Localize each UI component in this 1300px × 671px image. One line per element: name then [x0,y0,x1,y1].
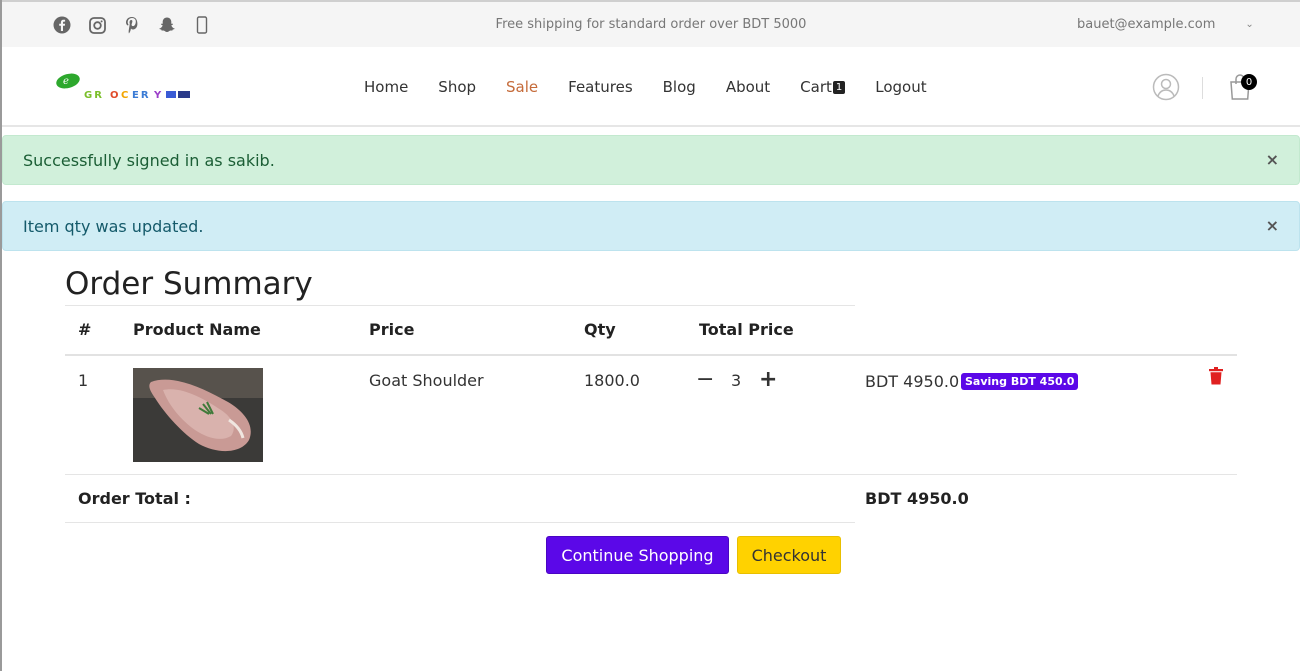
column-header-product: Product Name [133,320,261,339]
nav-blog[interactable]: Blog [663,78,696,96]
nav-shop[interactable]: Shop [438,78,476,96]
saving-badge: Saving BDT 450.0 [961,373,1079,390]
nav-home[interactable]: Home [364,78,408,96]
order-total-value: BDT 4950.0 [865,489,969,508]
nav-features[interactable]: Features [568,78,633,96]
nav-cart[interactable]: Cart 1 [800,78,846,96]
success-alert: Successfully signed in as sakib. × [2,135,1300,185]
svg-text:C: C [121,90,130,101]
checkout-button[interactable]: Checkout [737,536,841,574]
product-price: 1800.0 [584,371,640,390]
info-alert: Item qty was updated. × [2,201,1300,251]
table-header-border [65,354,1237,356]
column-header-total: Total Price [699,320,794,339]
top-bar: Free shipping for standard order over BD… [2,2,1300,47]
column-header-qty: Qty [584,320,616,339]
site-logo[interactable]: e GR O C ER Y [54,72,204,104]
svg-text:Y: Y [153,90,163,101]
row-total-price: BDT 4950.0 [865,372,960,391]
nav-about[interactable]: About [726,78,770,96]
info-alert-text: Item qty was updated. [23,216,204,236]
svg-text:O: O [110,90,121,101]
column-header-index: # [78,320,92,339]
svg-text:ER: ER [132,90,151,101]
svg-text:e: e [63,76,69,87]
table-row-border [65,474,1237,475]
trash-icon[interactable] [1208,367,1224,385]
quantity-value: 3 [731,371,742,390]
nav-logout[interactable]: Logout [875,78,926,96]
cart-count-badge: 1 [832,80,846,94]
quantity-increase-button[interactable]: + [759,369,777,391]
column-header-price: Price [369,320,415,339]
page-title: Order Summary [65,266,313,302]
success-alert-text: Successfully signed in as sakib. [23,150,275,170]
svg-text:GR: GR [84,90,104,101]
bag-count-badge: 0 [1241,74,1257,90]
nav-cart-label: Cart [800,78,832,96]
quantity-decrease-button[interactable]: − [696,369,714,391]
close-icon[interactable]: × [1266,150,1279,169]
header-divider [1202,77,1203,99]
continue-shopping-button[interactable]: Continue Shopping [546,536,729,574]
table-top-border [65,305,855,306]
account-menu[interactable]: bauet@example.com ⌄ [1077,17,1254,32]
product-image[interactable] [133,368,263,462]
site-header: e GR O C ER Y Home Shop Sale Features Bl… [2,47,1300,127]
nav-sale[interactable]: Sale [506,78,538,96]
account-email[interactable]: bauet@example.com [1077,17,1215,32]
row-index: 1 [78,371,89,390]
close-icon[interactable]: × [1266,216,1279,235]
user-icon[interactable] [1152,73,1180,101]
chevron-down-icon[interactable]: ⌄ [1245,19,1253,30]
order-total-label: Order Total : [78,489,191,508]
table-bottom-border [65,522,855,523]
main-nav: Home Shop Sale Features Blog About Cart … [364,78,927,96]
product-name: Goat Shoulder [369,371,484,390]
